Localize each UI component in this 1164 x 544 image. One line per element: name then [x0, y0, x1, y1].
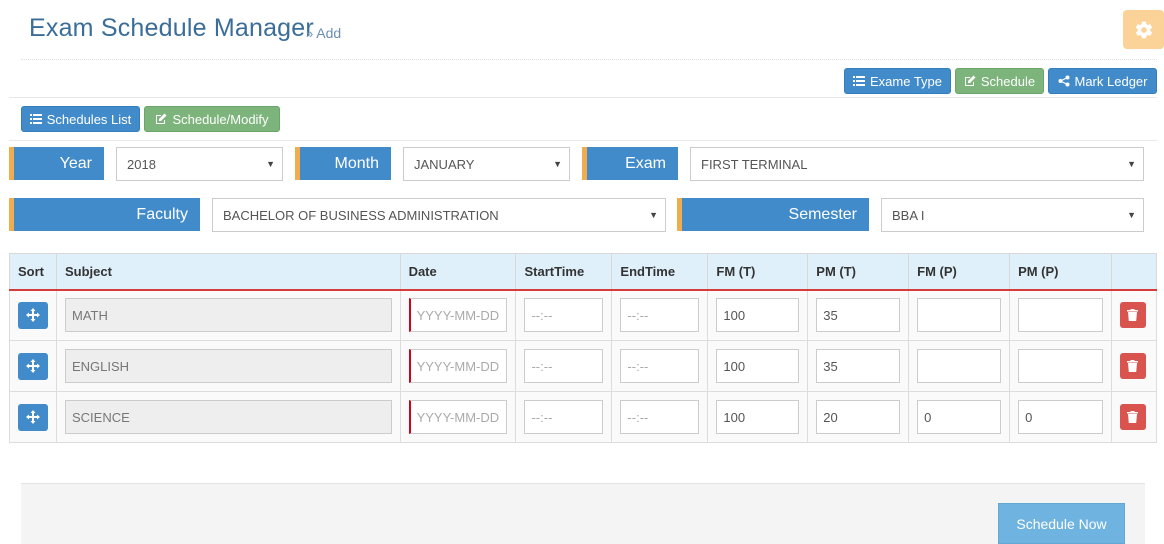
end-time-input[interactable]: --:-- [620, 298, 700, 333]
header-pm-t: PM (T) [807, 253, 910, 291]
subject-field: SCIENCE [65, 400, 392, 434]
fm-theory-input[interactable]: 100 [716, 349, 800, 383]
header-actions [1110, 253, 1158, 291]
table-row: SCIENCE YYYY-MM-DD --:-- --:-- 100 20 0 … [9, 391, 1158, 443]
delete-row-button[interactable] [1119, 353, 1146, 379]
date-input[interactable]: YYYY-MM-DD [408, 298, 508, 333]
header-subject: Subject [56, 253, 401, 291]
table-header-row: Sort Subject Date StartTime EndTime FM (… [9, 253, 1158, 291]
form-actions-bar [21, 483, 1145, 544]
edit-icon [964, 75, 976, 86]
faculty-label: Faculty [9, 198, 200, 231]
edit-icon [156, 113, 167, 124]
schedule-button[interactable]: Schedule [955, 68, 1044, 94]
fm-practical-input[interactable] [917, 349, 1002, 383]
pm-practical-input[interactable] [1018, 349, 1103, 383]
month-label: Month [295, 147, 391, 180]
table-row: MATH YYYY-MM-DD --:-- --:-- 100 35 [9, 289, 1158, 341]
page-title: Exam Schedule Manager [29, 14, 314, 42]
exam-type-button[interactable]: Exame Type [844, 68, 951, 94]
fm-practical-input[interactable] [917, 298, 1002, 333]
caret-down-icon: ▼ [1127, 210, 1136, 220]
schedules-list-label: Schedules List [46, 111, 132, 127]
sort-handle[interactable] [18, 352, 48, 380]
schedule-label: Schedule [980, 73, 1036, 89]
end-time-input[interactable]: --:-- [620, 349, 700, 383]
mark-ledger-button[interactable]: Mark Ledger [1048, 68, 1157, 94]
subject-field: ENGLISH [65, 349, 392, 383]
caret-down-icon: ▼ [649, 210, 658, 220]
schedules-list-button[interactable]: Schedules List [21, 106, 140, 132]
exam-type-label: Exame Type [869, 73, 943, 89]
sort-handle[interactable] [18, 403, 48, 431]
header-start-time: StartTime [515, 253, 613, 291]
gear-icon [1135, 21, 1152, 38]
breadcrumb-add: Add [316, 25, 342, 41]
fm-practical-input[interactable]: 0 [917, 400, 1002, 434]
start-time-input[interactable]: --:-- [524, 298, 604, 333]
semester-label: Semester [677, 198, 869, 231]
breadcrumb-chevron: » [306, 26, 314, 41]
tabs-divider [9, 140, 1157, 141]
faculty-value: BACHELOR OF BUSINESS ADMINISTRATION [223, 207, 499, 223]
schedule-now-button[interactable]: Schedule Now [998, 503, 1125, 544]
caret-down-icon: ▼ [553, 159, 562, 169]
exam-select[interactable]: FIRST TERMINAL ▼ [690, 147, 1144, 181]
pm-practical-input[interactable] [1018, 298, 1103, 333]
caret-down-icon: ▼ [266, 159, 275, 169]
schedule-modify-button[interactable]: Schedule/Modify [144, 106, 280, 132]
date-input[interactable]: YYYY-MM-DD [408, 400, 508, 434]
year-value: 2018 [127, 156, 156, 172]
fm-theory-input[interactable]: 100 [716, 400, 800, 434]
subject-field: MATH [65, 298, 392, 333]
semester-value: BBA I [892, 207, 925, 223]
exam-value: FIRST TERMINAL [701, 156, 808, 172]
toolbar-divider [9, 97, 1157, 98]
table-row: ENGLISH YYYY-MM-DD --:-- --:-- 100 35 [9, 340, 1158, 392]
month-select[interactable]: JANUARY ▼ [403, 147, 570, 181]
list-icon [852, 76, 865, 86]
header-divider [21, 59, 1157, 60]
trash-icon [1127, 309, 1139, 322]
share-icon [1058, 75, 1069, 87]
header-fm-p: FM (P) [908, 253, 1011, 291]
header-pm-p: PM (P) [1009, 253, 1112, 291]
header-sort: Sort [9, 253, 57, 291]
schedule-table: Sort Subject Date StartTime EndTime FM (… [9, 253, 1158, 443]
schedule-modify-label: Schedule/Modify [172, 111, 269, 127]
start-time-input[interactable]: --:-- [524, 349, 604, 383]
fm-theory-input[interactable]: 100 [716, 298, 800, 333]
header-end-time: EndTime [611, 253, 709, 291]
trash-icon [1127, 360, 1139, 372]
delete-row-button[interactable] [1119, 302, 1146, 329]
header-date: Date [399, 253, 517, 291]
caret-down-icon: ▼ [1127, 159, 1136, 169]
trash-icon [1127, 411, 1139, 423]
start-time-input[interactable]: --:-- [524, 400, 604, 434]
sort-handle[interactable] [18, 301, 48, 329]
date-input[interactable]: YYYY-MM-DD [408, 349, 508, 383]
month-value: JANUARY [414, 156, 475, 172]
year-label: Year [9, 147, 104, 180]
semester-select[interactable]: BBA I ▼ [881, 198, 1144, 232]
end-time-input[interactable]: --:-- [620, 400, 700, 434]
header-fm-t: FM (T) [707, 253, 809, 291]
pm-theory-input[interactable]: 20 [816, 400, 901, 434]
pm-theory-input[interactable]: 35 [816, 298, 901, 333]
list-icon [29, 114, 42, 124]
move-icon [26, 410, 40, 424]
exam-label: Exam [582, 147, 678, 180]
move-icon [26, 308, 40, 323]
move-icon [26, 359, 40, 373]
year-select[interactable]: 2018 ▼ [116, 147, 283, 181]
delete-row-button[interactable] [1119, 404, 1146, 430]
mark-ledger-label: Mark Ledger [1074, 73, 1148, 89]
breadcrumb: » Add [306, 25, 341, 41]
pm-theory-input[interactable]: 35 [816, 349, 901, 383]
pm-practical-input[interactable]: 0 [1018, 400, 1103, 434]
faculty-select[interactable]: BACHELOR OF BUSINESS ADMINISTRATION ▼ [212, 198, 666, 232]
settings-button[interactable] [1123, 10, 1164, 49]
